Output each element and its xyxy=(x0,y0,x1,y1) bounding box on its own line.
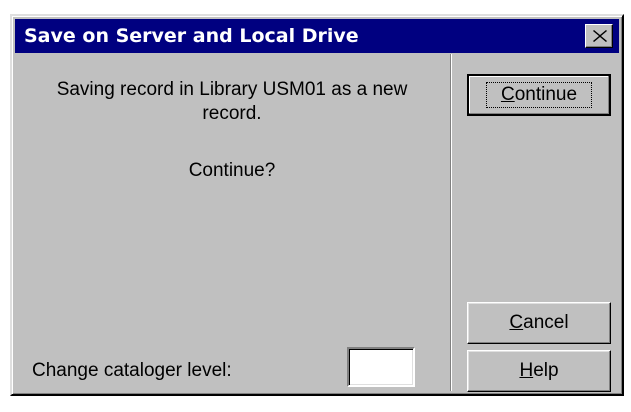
dialog-title: Save on Server and Local Drive xyxy=(24,25,359,47)
divider xyxy=(450,54,452,391)
continue-button-label: Continue xyxy=(485,82,593,108)
continue-button[interactable]: Continue xyxy=(467,74,611,116)
dialog-message: Saving record in Library USM01 as a new … xyxy=(56,79,408,124)
cataloger-level-label: Change cataloger level: xyxy=(32,360,232,381)
help-button[interactable]: Help xyxy=(467,350,611,392)
dialog-question: Continue? xyxy=(188,160,276,181)
save-dialog: Save on Server and Local Drive Saving re… xyxy=(10,14,624,396)
dialog-content: Saving record in Library USM01 as a new … xyxy=(15,54,449,391)
continue-label-rest: ontinue xyxy=(514,84,578,105)
close-button[interactable] xyxy=(585,24,613,48)
help-label-rest: elp xyxy=(533,360,559,381)
close-icon xyxy=(593,30,607,42)
cancel-label-rest: ancel xyxy=(523,312,569,333)
cancel-mnemonic: C xyxy=(509,312,524,333)
help-mnemonic: H xyxy=(519,360,534,381)
continue-mnemonic: C xyxy=(500,84,515,105)
cataloger-level-input[interactable] xyxy=(347,347,415,387)
cancel-button[interactable]: Cancel xyxy=(467,302,611,344)
title-bar: Save on Server and Local Drive xyxy=(15,19,619,53)
